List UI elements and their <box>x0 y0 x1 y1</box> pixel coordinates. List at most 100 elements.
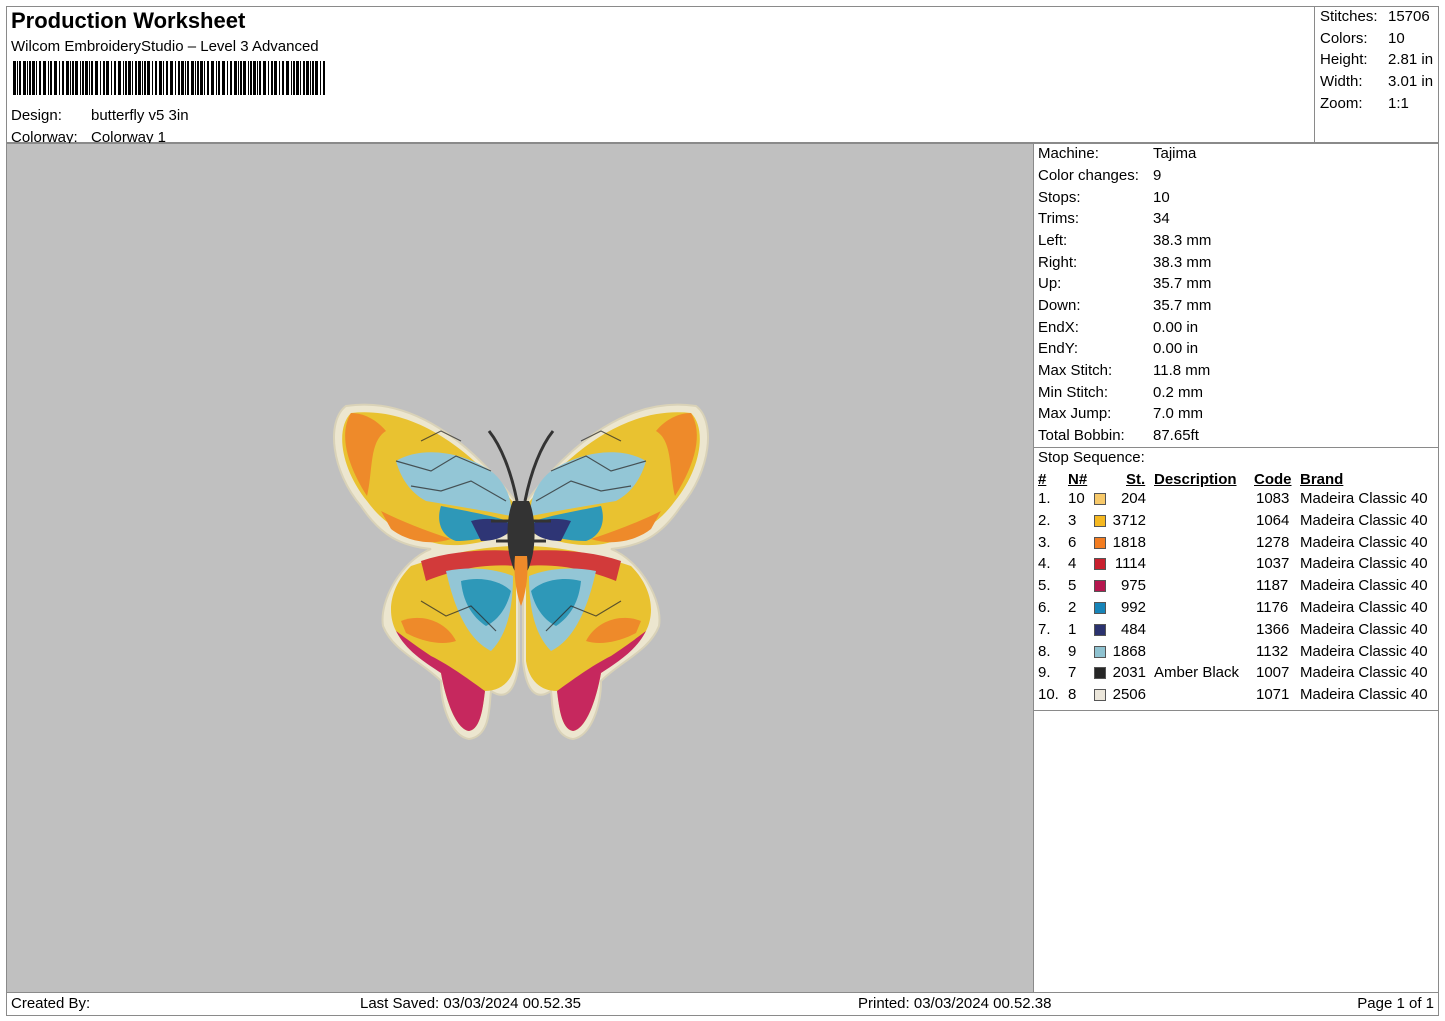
stop-row: 2. 3 3712 1064 Madeira Classic 40 <box>1034 512 1438 534</box>
barcode-bar <box>286 61 289 95</box>
barcode-bar <box>248 61 249 95</box>
barcode-bar <box>240 61 242 95</box>
barcode-bar <box>268 61 269 95</box>
right-row: Right: 38.3 mm <box>1038 254 1212 271</box>
barcode-bar <box>222 61 225 95</box>
barcode-bar <box>106 61 109 95</box>
barcode-bar <box>191 61 194 95</box>
barcode-bar <box>152 61 153 95</box>
barcode-bar <box>300 61 301 95</box>
barcode-bar <box>187 61 189 95</box>
stop-row: 5. 5 975 1187 Madeira Classic 40 <box>1034 577 1438 599</box>
divider <box>1034 710 1438 711</box>
divider <box>1034 447 1438 448</box>
barcode-bar <box>227 61 228 95</box>
barcode-bar <box>59 61 60 95</box>
barcode-bar <box>23 61 26 95</box>
needle-num: 2 <box>1068 599 1077 616</box>
up-row: Up: 35.7 mm <box>1038 275 1212 292</box>
barcode-bar <box>320 61 321 95</box>
barcode-bar <box>303 61 305 95</box>
thread-code: 1083 <box>1256 490 1290 507</box>
barcode-bar <box>80 61 81 95</box>
col-header-num: # <box>1038 471 1047 488</box>
barcode-bar <box>13 61 16 95</box>
barcode-bar <box>159 61 162 95</box>
barcode-bar <box>274 61 277 95</box>
barcode-bar <box>50 61 52 95</box>
stop-num: 3. <box>1038 533 1051 551</box>
thread-code: 1187 <box>1256 577 1289 595</box>
color-swatch <box>1094 645 1106 658</box>
stitch-count: 2506 <box>1112 686 1146 704</box>
barcode-bar <box>195 61 196 95</box>
barcode-bar <box>142 61 143 95</box>
barcode-bar <box>166 61 168 95</box>
barcode-bar <box>103 61 105 95</box>
color-swatch <box>1094 623 1106 636</box>
barcode <box>13 61 325 95</box>
barcode-bar <box>296 61 299 95</box>
barcode-bar <box>263 61 266 95</box>
stop-num: 5. <box>1038 577 1051 595</box>
page-title: Production Worksheet <box>11 8 246 33</box>
barcode-bar <box>144 61 146 95</box>
thread-brand: Madeira Classic 40 <box>1300 533 1428 551</box>
barcode-bar <box>185 61 186 95</box>
stop-row: 1. 10 204 1083 Madeira Classic 40 <box>1034 490 1438 512</box>
barcode-bar <box>216 61 217 95</box>
barcode-bar <box>66 61 69 95</box>
total-bobbin-row: Total Bobbin: 87.65ft <box>1038 427 1199 444</box>
barcode-bar <box>36 61 37 95</box>
color-swatch <box>1094 493 1106 505</box>
stitch-count: 204 <box>1120 490 1146 507</box>
worksheet-footer: Created By: Last Saved: 03/03/2024 00.52… <box>6 992 1439 1016</box>
barcode-bar <box>39 61 41 95</box>
barcode-bar <box>82 61 84 95</box>
stitch-count: 2031 <box>1112 664 1146 682</box>
barcode-bar <box>323 61 325 95</box>
barcode-bar <box>306 61 309 95</box>
barcode-bar <box>312 61 314 95</box>
barcode-bar <box>132 61 133 95</box>
barcode-bar <box>234 61 237 95</box>
down-row: Down: 35.7 mm <box>1038 297 1212 314</box>
thread-brand: Madeira Classic 40 <box>1300 599 1428 616</box>
design-stats: Stitches: 15706 Colors: 10 Height: 2.81 in … <box>1314 7 1438 142</box>
stop-row: 10. 8 2506 1071 Madeira Classic 40 <box>1034 686 1438 708</box>
color-swatch <box>1094 689 1106 702</box>
left-row: Left: 38.3 mm <box>1038 232 1212 249</box>
thread-brand: Madeira Classic 40 <box>1300 511 1428 529</box>
needle-num: 4 <box>1068 555 1077 573</box>
barcode-bar <box>181 61 184 95</box>
stop-row: 8. 9 1868 1132 Madeira Classic 40 <box>1034 643 1438 665</box>
color-swatch <box>1094 667 1106 680</box>
thread-code: 1037 <box>1256 555 1290 573</box>
stop-row: 3. 6 1818 1278 Madeira Classic 40 <box>1034 534 1438 556</box>
barcode-bar <box>279 61 280 95</box>
barcode-bar <box>29 61 31 95</box>
needle-num: 9 <box>1068 642 1077 660</box>
barcode-bar <box>118 61 121 95</box>
barcode-bar <box>17 61 18 95</box>
stop-num: 9. <box>1038 664 1051 682</box>
stop-row: 9. 7 2031 Amber Black 1007 Madeira Classic 40 <box>1034 664 1438 686</box>
barcode-bar <box>204 61 205 95</box>
barcode-bar <box>32 61 35 95</box>
barcode-bar <box>147 61 150 95</box>
thread-brand: Madeira Classic 40 <box>1300 555 1428 573</box>
barcode-bar <box>128 61 131 95</box>
barcode-bar <box>125 61 127 95</box>
needle-num: 6 <box>1068 533 1077 551</box>
stop-num: 10. <box>1038 686 1059 704</box>
barcode-bar <box>178 61 180 95</box>
barcode-bar <box>230 61 232 95</box>
thread-code: 1064 <box>1256 511 1290 529</box>
stop-num: 4. <box>1038 555 1051 573</box>
endy-row: EndY: 0.00 in <box>1038 340 1199 357</box>
barcode-bar <box>250 61 252 95</box>
max-jump-row: Max Jump: 7.0 mm <box>1038 405 1204 422</box>
stop-num: 7. <box>1038 620 1051 638</box>
needle-num: 1 <box>1068 620 1077 638</box>
endx-row: EndX: 0.00 in <box>1038 319 1199 336</box>
